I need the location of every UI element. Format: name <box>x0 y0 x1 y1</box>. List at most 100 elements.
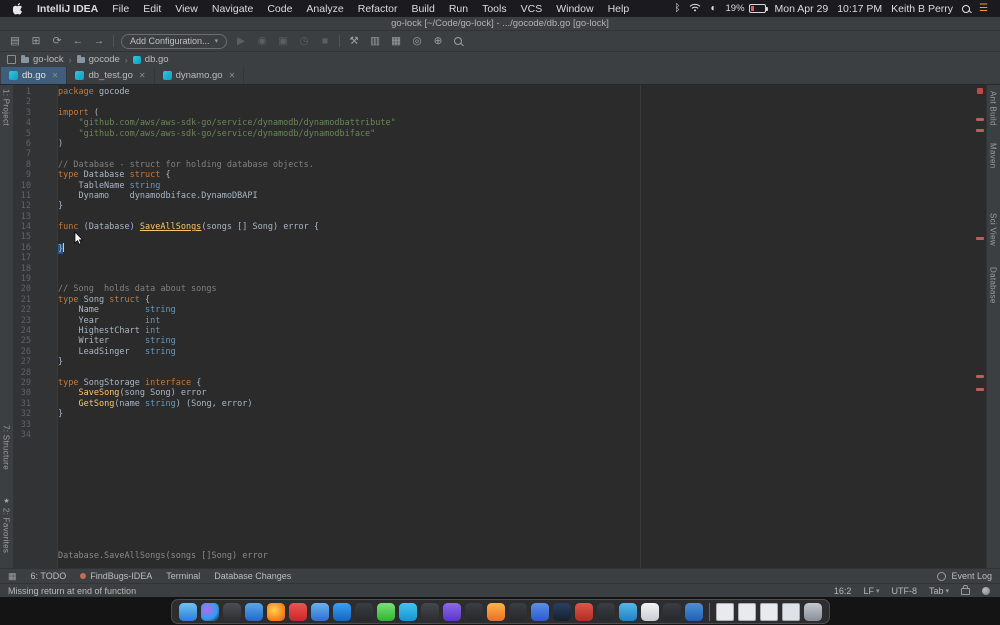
project-structure-icon[interactable]: ⚒ <box>347 36 361 47</box>
run-icon[interactable]: ▶ <box>234 36 248 47</box>
dock-app-icon[interactable] <box>553 603 571 621</box>
menu-time[interactable]: 10:17 PM <box>837 3 882 15</box>
line-number[interactable]: 29 <box>14 378 57 388</box>
status-circle-icon[interactable]: ◐ <box>710 3 716 14</box>
line-number[interactable]: 30 <box>14 388 57 398</box>
coverage-icon[interactable]: ▣ <box>276 36 290 47</box>
dock-app-icon[interactable] <box>421 603 439 621</box>
debug-icon[interactable]: ◉ <box>255 36 269 47</box>
forward-icon[interactable]: → <box>92 36 106 47</box>
changes-icon[interactable]: ▥ <box>368 36 382 47</box>
line-number[interactable]: 1 <box>14 87 57 97</box>
editor-tab[interactable]: db_test.go ✕ <box>67 67 154 84</box>
search-everywhere-icon[interactable] <box>454 37 462 45</box>
line-number[interactable]: 5 <box>14 129 57 139</box>
profiler-icon[interactable]: ◷ <box>297 36 311 47</box>
tool-button-todo[interactable]: 6: TODO <box>31 571 67 581</box>
line-number[interactable]: 24 <box>14 326 57 336</box>
dock-app-icon[interactable] <box>267 603 285 621</box>
line-separator-widget[interactable]: LF▾ <box>863 586 879 596</box>
line-number[interactable]: 23 <box>14 316 57 326</box>
tool-button[interactable]: Ant Build <box>989 91 998 126</box>
menubar-item[interactable]: Window <box>549 3 600 15</box>
menu-date[interactable]: Mon Apr 29 <box>775 3 829 15</box>
tool-window-switcher-icon[interactable]: ▦ <box>8 571 17 582</box>
synchronize-icon[interactable]: ⟳ <box>50 36 64 47</box>
dock-app-icon[interactable] <box>487 603 505 621</box>
tool-button-findbugs[interactable]: FindBugs-IDEA <box>80 571 152 581</box>
dock-app-icon[interactable] <box>575 603 593 621</box>
tool-button-terminal[interactable]: Terminal <box>166 571 200 581</box>
run-configuration-select[interactable]: Add Configuration... ▾ <box>121 34 227 49</box>
dock-app-icon[interactable] <box>619 603 637 621</box>
dock-app-icon[interactable] <box>641 603 659 621</box>
line-number[interactable]: 28 <box>14 368 57 378</box>
spotlight-search-icon[interactable] <box>962 5 970 13</box>
line-number[interactable]: 8 <box>14 160 57 170</box>
menubar-item[interactable]: Refactor <box>351 3 405 15</box>
dock-app-icon[interactable] <box>531 603 549 621</box>
line-number[interactable]: 7 <box>14 149 57 159</box>
line-number[interactable]: 31 <box>14 399 57 409</box>
line-number[interactable]: 15 <box>14 232 57 242</box>
line-number[interactable]: 25 <box>14 336 57 346</box>
line-number[interactable]: 12 <box>14 201 57 211</box>
battery-indicator[interactable]: 19% <box>726 3 766 14</box>
line-number[interactable]: 3 <box>14 108 57 118</box>
bluetooth-icon[interactable]: ᛒ <box>674 3 680 14</box>
dock-app-icon[interactable] <box>179 603 197 621</box>
breadcrumb-file[interactable]: db.go <box>133 54 169 65</box>
open-file-icon[interactable]: ▤ <box>8 36 22 47</box>
dock-app-icon[interactable] <box>201 603 219 621</box>
line-number[interactable]: 26 <box>14 347 57 357</box>
tool-button-event-log[interactable]: Event Log <box>951 571 992 581</box>
tool-button[interactable]: Sci View <box>989 213 998 246</box>
menubar-item[interactable]: Tools <box>475 3 514 15</box>
menubar-item[interactable]: Run <box>442 3 475 15</box>
window-title-bar[interactable]: go-lock [~/Code/go-lock] - .../gocode/db… <box>0 17 1000 31</box>
line-number[interactable]: 32 <box>14 409 57 419</box>
trash-icon[interactable] <box>804 603 822 621</box>
line-number[interactable]: 17 <box>14 253 57 263</box>
tool-button-favorites[interactable]: ★ 2: Favorites <box>2 497 11 553</box>
menubar-item[interactable]: Edit <box>136 3 168 15</box>
line-number[interactable]: 9 <box>14 170 57 180</box>
wifi-icon[interactable] <box>689 3 701 15</box>
menu-user[interactable]: Keith B Perry <box>891 3 953 15</box>
dock-app-icon[interactable] <box>663 603 681 621</box>
line-number[interactable]: 10 <box>14 181 57 191</box>
tool-button-database-changes[interactable]: Database Changes <box>214 571 291 581</box>
line-number[interactable]: 6 <box>14 139 57 149</box>
line-number[interactable]: 33 <box>14 420 57 430</box>
gutter[interactable]: 1234567891011121314151617181920212223242… <box>14 85 58 568</box>
menubar-item[interactable]: File <box>105 3 136 15</box>
apple-menu-icon[interactable] <box>6 3 30 15</box>
line-number[interactable]: 22 <box>14 305 57 315</box>
line-number[interactable]: 20 <box>14 284 57 294</box>
menubar-item[interactable]: IntelliJ IDEA <box>30 3 105 15</box>
line-number[interactable]: 13 <box>14 212 57 222</box>
error-stripe-mark[interactable] <box>976 129 984 132</box>
menubar-item[interactable]: Analyze <box>299 3 350 15</box>
lock-icon[interactable] <box>961 588 970 595</box>
plugins-icon[interactable]: ⊕ <box>431 36 445 47</box>
back-icon[interactable]: ← <box>71 36 85 47</box>
menubar-item[interactable]: Navigate <box>205 3 260 15</box>
tool-button-structure[interactable]: 7: Structure <box>2 425 11 470</box>
menubar-item[interactable]: Code <box>260 3 299 15</box>
line-number[interactable]: 18 <box>14 264 57 274</box>
breadcrumb-package[interactable]: gocode <box>77 54 120 65</box>
error-stripe-mark[interactable] <box>976 118 984 121</box>
menubar-item[interactable]: View <box>168 3 205 15</box>
line-number[interactable]: 34 <box>14 430 57 440</box>
save-all-icon[interactable]: ⊞ <box>29 36 43 47</box>
minimized-window-icon[interactable] <box>782 603 800 621</box>
inspection-status-indicator[interactable] <box>977 88 983 94</box>
dock-app-icon[interactable] <box>355 603 373 621</box>
error-stripe-mark[interactable] <box>976 375 984 378</box>
dock-app-icon[interactable] <box>223 603 241 621</box>
line-number[interactable]: 16 <box>14 243 57 253</box>
navbar-project-icon[interactable] <box>7 55 16 64</box>
dock-app-icon[interactable] <box>465 603 483 621</box>
breadcrumb-project[interactable]: go-lock <box>21 54 64 65</box>
